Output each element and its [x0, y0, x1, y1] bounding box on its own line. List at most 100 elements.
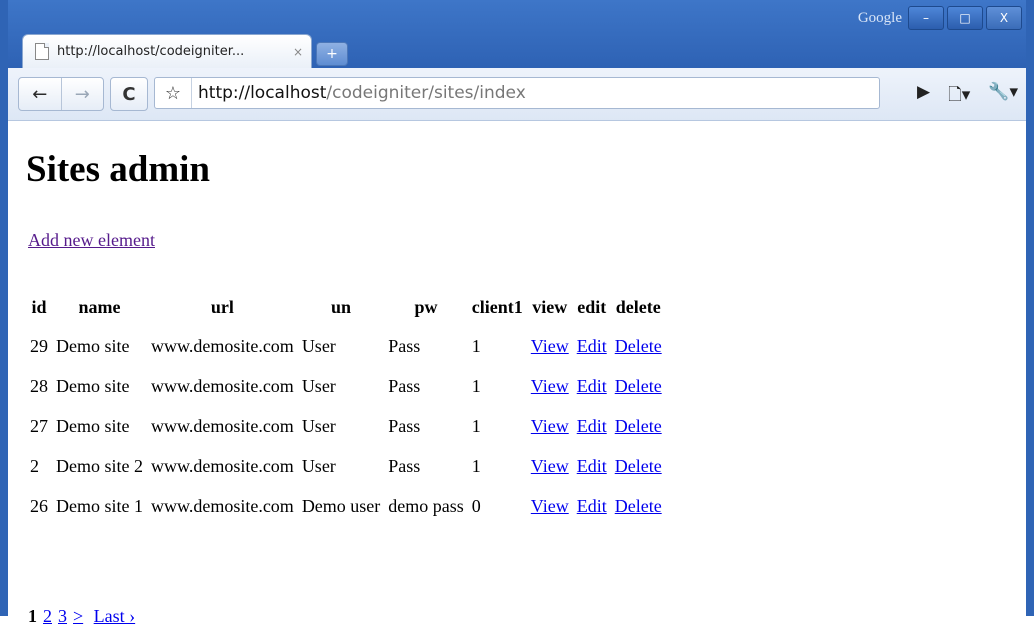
view-link[interactable]: View — [531, 496, 569, 516]
table-row: 26 Demo site 1 www.demosite.com Demo user de… — [26, 486, 666, 526]
edit-link[interactable]: Edit — [577, 336, 607, 356]
header-id: id — [31, 296, 47, 317]
cell-id: 29 — [30, 335, 48, 356]
delete-link[interactable]: Delete — [615, 416, 662, 436]
header-edit: edit — [577, 296, 607, 317]
window-border-right — [1026, 0, 1034, 616]
star-icon[interactable]: ☆ — [155, 78, 192, 108]
delete-link[interactable]: Delete — [615, 376, 662, 396]
window-brand: Google — [857, 10, 902, 26]
header-un: un — [331, 296, 352, 317]
page-next-link[interactable]: > — [73, 606, 83, 626]
delete-link[interactable]: Delete — [615, 336, 662, 356]
url-text[interactable]: http://localhost/codeigniter/sites/index — [192, 83, 526, 103]
header-url: url — [210, 296, 234, 317]
close-window-button[interactable]: X — [986, 6, 1022, 30]
table-cell: Delete — [611, 406, 666, 446]
table-cell: Edit — [573, 406, 611, 446]
back-button[interactable]: ← — [19, 78, 61, 110]
table-cell: Edit — [573, 486, 611, 526]
go-icon[interactable]: ▶ — [917, 82, 930, 111]
wrench-icon[interactable]: 🔧▾ — [988, 82, 1018, 111]
cell-client1: 1 — [471, 335, 481, 356]
tab-close-icon[interactable]: × — [293, 45, 303, 59]
url-host: http://localhost — [198, 83, 327, 103]
cell-id: 2 — [30, 455, 39, 476]
header-delete: delete — [615, 296, 661, 317]
maximize-button[interactable]: □ — [947, 6, 983, 30]
cell-client1: 1 — [471, 415, 481, 436]
view-link[interactable]: View — [531, 456, 569, 476]
view-link[interactable]: View — [531, 376, 569, 396]
edit-link[interactable]: Edit — [577, 496, 607, 516]
table-cell: Delete — [611, 486, 666, 526]
toolbar-right: ▶ 🗋▾ 🔧▾ — [917, 82, 1018, 111]
add-new-element-link[interactable]: Add new element — [28, 230, 155, 251]
cell-name: Demo site 2 — [56, 455, 143, 476]
reload-button[interactable]: C — [110, 77, 148, 111]
view-link[interactable]: View — [531, 416, 569, 436]
cell-url: www.demosite.com — [151, 375, 294, 396]
page-title: Sites admin — [26, 149, 211, 190]
cell-pw: Pass — [388, 415, 421, 436]
cell-pw: Pass — [388, 455, 421, 476]
forward-button[interactable]: → — [60, 78, 104, 110]
cell-client1: 1 — [471, 375, 481, 396]
table-row: 27 Demo site www.demosite.com User Pass 1 View… — [26, 406, 666, 446]
table-cell: Edit — [573, 446, 611, 486]
table-cell: View — [527, 406, 573, 446]
nav-buttons: ← → — [18, 77, 104, 111]
cell-id: 27 — [30, 415, 48, 436]
cell-url: www.demosite.com — [151, 415, 294, 436]
delete-link[interactable]: Delete — [615, 496, 662, 516]
table-cell: View — [527, 366, 573, 406]
table-cell: Delete — [611, 446, 666, 486]
cell-name: Demo site — [56, 335, 130, 356]
header-pw: pw — [414, 296, 438, 317]
cell-un: User — [301, 455, 336, 476]
browser-toolbar: ← → C ☆ http://localhost/codeigniter/sit… — [8, 68, 1026, 121]
new-tab-button[interactable]: + — [316, 42, 348, 66]
page-current: 1 — [28, 606, 37, 626]
cell-client1: 0 — [471, 495, 481, 516]
cell-name: Demo site — [56, 375, 130, 396]
page-last-link[interactable]: Last › — [94, 606, 135, 626]
table-cell: Edit — [573, 366, 611, 406]
table-row: 2 Demo site 2 www.demosite.com User Pass 1 Vie… — [26, 446, 666, 486]
table-cell: Delete — [611, 366, 666, 406]
table-cell: Delete — [611, 326, 666, 366]
tab-title: http://localhost/codeigniter... — [57, 44, 245, 59]
cell-id: 26 — [30, 495, 48, 516]
cell-name: Demo site 1 — [56, 495, 143, 516]
browser-tab[interactable]: http://localhost/codeigniter... × — [22, 34, 312, 68]
page-link-2[interactable]: 2 — [43, 606, 52, 626]
table-cell: Edit — [573, 326, 611, 366]
minimize-button[interactable]: – — [908, 6, 944, 30]
table-row: 28 Demo site www.demosite.com User Pass 1 View… — [26, 366, 666, 406]
edit-link[interactable]: Edit — [577, 416, 607, 436]
cell-un: User — [301, 415, 336, 436]
cell-un: Demo user — [301, 495, 381, 516]
edit-link[interactable]: Edit — [577, 376, 607, 396]
table-header-row: id name url un pw client1 view edit dele… — [26, 288, 666, 326]
cell-url: www.demosite.com — [151, 495, 294, 516]
edit-link[interactable]: Edit — [577, 456, 607, 476]
page-icon — [35, 43, 49, 60]
sites-table: id name url un pw client1 view edit dele… — [26, 288, 666, 526]
table-cell: View — [527, 326, 573, 366]
table-cell: View — [527, 446, 573, 486]
table-row: 29 Demo site www.demosite.com User Pass 1 View… — [26, 326, 666, 366]
cell-client1: 1 — [471, 455, 481, 476]
cell-url: www.demosite.com — [151, 335, 294, 356]
window-controls: – □ X — [908, 6, 1022, 30]
header-client1: client1 — [471, 296, 523, 317]
page-menu-icon[interactable]: 🗋▾ — [948, 82, 970, 111]
delete-link[interactable]: Delete — [615, 456, 662, 476]
cell-un: User — [301, 335, 336, 356]
table-cell: View — [527, 486, 573, 526]
page-link-3[interactable]: 3 — [58, 606, 67, 626]
address-bar[interactable]: ☆ http://localhost/codeigniter/sites/ind… — [154, 77, 880, 109]
url-path: /codeigniter/sites/index — [326, 83, 526, 103]
cell-pw: demo pass — [388, 495, 464, 516]
view-link[interactable]: View — [531, 336, 569, 356]
